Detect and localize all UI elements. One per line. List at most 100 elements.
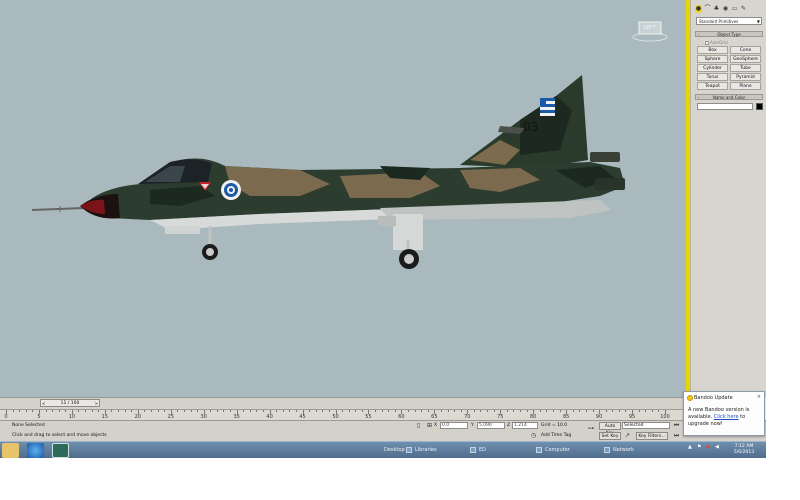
network-icon — [604, 446, 610, 453]
desktop-toolbar[interactable]: Desktop — [382, 444, 405, 457]
file-explorer-icon[interactable] — [2, 443, 19, 458]
ruler-tick — [12, 410, 14, 412]
motion-icon[interactable]: ◉ — [722, 5, 729, 13]
upgrade-link[interactable]: Click here — [714, 414, 739, 420]
ruler-tick — [256, 410, 258, 412]
default-tangent-icon[interactable]: ↗ — [624, 432, 631, 439]
torus-button[interactable]: Torus — [697, 73, 728, 81]
ruler-tick — [98, 410, 100, 412]
taskbar-item-network[interactable]: Network — [602, 444, 634, 457]
ruler-tick — [309, 410, 311, 412]
object-color-swatch[interactable] — [756, 103, 763, 110]
object-type-rollout[interactable]: - Object Type — [695, 31, 763, 37]
z-coordinate-field[interactable]: 1.214 — [512, 422, 538, 429]
time-slider[interactable]: < 11 / 100 > — [40, 399, 100, 407]
object-type-header: Object Type — [717, 32, 741, 37]
ruler-tick — [381, 410, 383, 412]
utilities-icon[interactable]: ✎ — [740, 5, 747, 13]
taskbar-item-label: Computer — [545, 447, 570, 453]
key-icon[interactable]: ⊶ — [585, 425, 597, 432]
bandoo-update-notification[interactable]: Bandoo Update × A new Bandoo version is … — [683, 391, 765, 436]
ruler-tick — [263, 410, 264, 412]
ruler-tick — [493, 410, 495, 412]
tube-button[interactable]: Tube — [730, 64, 761, 72]
collapse-icon: - — [698, 95, 700, 100]
taskbar-item-label: Network — [613, 447, 634, 453]
display-icon[interactable]: ▭ — [731, 5, 738, 13]
autogrid-checkbox[interactable]: AutoGrid — [705, 40, 728, 45]
taskbar-item-ed[interactable]: ED — [468, 444, 486, 457]
sphere-button[interactable]: Sphere — [697, 55, 728, 63]
ruler-tick — [361, 410, 363, 412]
name-color-rollout[interactable]: - Name and Color — [695, 94, 763, 100]
box-button[interactable]: Box — [697, 46, 728, 54]
ruler-tick — [118, 410, 120, 412]
absolute-mode-icon[interactable]: ⊞ — [426, 422, 433, 429]
ruler-tick — [618, 410, 620, 412]
taskbar-item-computer[interactable]: Computer — [534, 444, 570, 457]
object-name-input[interactable] — [697, 103, 753, 110]
chevron-left-icon[interactable]: < — [42, 400, 45, 407]
set-key-button[interactable]: Set Key — [599, 432, 621, 440]
y-coordinate-field[interactable]: 5.090 — [477, 422, 505, 429]
taskbar-item-libraries[interactable]: Libraries — [404, 444, 437, 457]
track-bar[interactable]: 0 5 10 15 20 25 30 35 40 45 50 55 60 65 70 75 80 85 90 95 10… — [0, 409, 686, 420]
volume-icon[interactable]: ◀ — [715, 444, 719, 450]
add-time-tag[interactable]: Add Time Tag — [541, 433, 571, 438]
x-label: X — [434, 423, 438, 428]
folder-icon — [470, 446, 476, 453]
flag-icon[interactable]: ⚑ — [697, 444, 701, 450]
teapot-button[interactable]: Teapot — [697, 82, 728, 90]
3ds-max-icon[interactable] — [52, 443, 69, 458]
ruler-tick — [315, 410, 317, 412]
hierarchy-icon[interactable]: ♣ — [713, 5, 720, 13]
aircraft-model[interactable]: 03 — [0, 0, 688, 397]
go-to-end-icon[interactable]: ⏭ — [673, 432, 680, 439]
create-icon[interactable]: ● — [695, 5, 702, 13]
ruler-tick — [480, 410, 482, 412]
ruler-tick — [177, 410, 179, 412]
ruler-tick — [572, 410, 574, 412]
ruler-tick — [78, 410, 80, 412]
ruler-tick — [150, 410, 152, 412]
security-icon[interactable]: ◆ — [706, 444, 710, 450]
ruler-tick — [638, 410, 640, 412]
ruler-tick — [375, 410, 377, 412]
tray-arrow-icon[interactable]: ▲ — [688, 444, 692, 450]
taskbar-item-label: Libraries — [415, 447, 437, 453]
x-coordinate-field[interactable]: 0.0 — [440, 422, 468, 429]
ruler-tick — [605, 410, 607, 412]
lock-icon[interactable]: ▯ — [415, 422, 422, 429]
internet-explorer-icon[interactable] — [27, 443, 44, 458]
close-icon[interactable]: × — [757, 394, 761, 400]
primitive-type-value: Standard Primitives — [699, 19, 739, 24]
key-mode-select[interactable]: Selected — [622, 422, 670, 429]
left-viewport[interactable]: LEFT 03 — [0, 0, 688, 397]
ruler-tick — [131, 410, 133, 412]
ruler-tick — [243, 410, 245, 412]
primitive-type-select[interactable]: Standard Primitives ▼ — [696, 17, 762, 25]
key-filters-button[interactable]: Key Filters... — [636, 432, 668, 440]
auto-key-button[interactable]: Auto Key — [599, 422, 621, 436]
pyramid-button[interactable]: Pyramid — [730, 73, 761, 81]
ruler-tick — [427, 410, 429, 412]
key-mode-value: Selected — [624, 423, 644, 428]
geosphere-button[interactable]: GeoSphere — [730, 55, 761, 63]
ruler-tick — [559, 410, 561, 412]
prompt-line: Click and drag to select and move object… — [12, 433, 107, 438]
ruler-tick — [25, 410, 27, 412]
computer-icon — [536, 446, 542, 453]
ruler-tick — [45, 410, 47, 412]
plane-button[interactable]: Plane — [730, 82, 761, 90]
system-clock[interactable]: 7:12 AM 5/6/2013 — [725, 444, 763, 456]
ruler-tick — [506, 410, 508, 412]
object-type-buttons: Box Cone Sphere GeoSphere Cylinder Tube … — [697, 46, 761, 90]
cone-button[interactable]: Cone — [730, 46, 761, 54]
cylinder-button[interactable]: Cylinder — [697, 64, 728, 72]
command-panel-tabs: ● ⌒ ♣ ◉ ▭ ✎ — [695, 5, 747, 15]
time-tag-icon[interactable]: ◷ — [530, 432, 537, 439]
go-to-start-icon[interactable]: ⏮ — [673, 422, 680, 429]
modify-icon[interactable]: ⌒ — [704, 5, 711, 13]
chevron-right-icon[interactable]: > — [95, 400, 98, 407]
svg-text:03: 03 — [523, 120, 538, 134]
